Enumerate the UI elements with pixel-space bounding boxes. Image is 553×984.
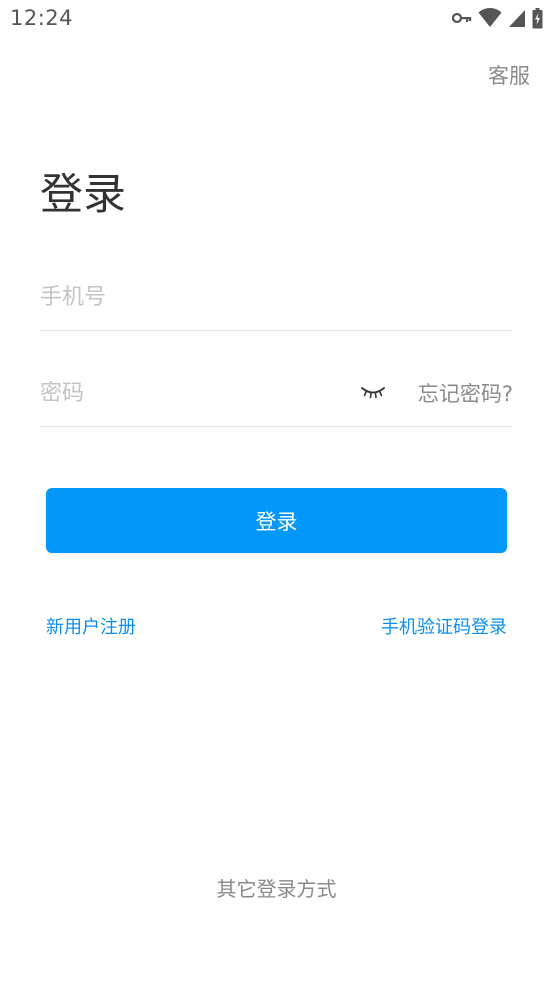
phone-field-container	[40, 272, 513, 331]
password-input[interactable]	[40, 368, 340, 418]
forgot-password-link[interactable]: 忘记密码?	[418, 378, 513, 408]
login-button[interactable]: 登录	[46, 488, 507, 553]
other-login-methods[interactable]: 其它登录方式	[0, 873, 553, 902]
cell-signal-icon	[508, 9, 526, 28]
battery-charging-icon	[532, 7, 543, 29]
vpn-key-icon	[452, 12, 472, 24]
wifi-icon	[478, 8, 502, 28]
password-field-container: 忘记密码?	[40, 368, 513, 427]
status-icons	[452, 7, 543, 29]
login-screen: 12:24 客服 登录 手机号 忘记密码? 登录 新用户注册 手机验证码登录 其…	[0, 0, 553, 984]
sms-login-link[interactable]: 手机验证码登录	[381, 613, 507, 639]
register-link[interactable]: 新用户注册	[46, 613, 136, 639]
eye-closed-icon[interactable]	[360, 380, 386, 402]
status-bar: 12:24	[0, 0, 553, 40]
status-time: 12:24	[10, 6, 74, 30]
phone-input[interactable]	[40, 272, 513, 322]
page-title: 登录	[40, 170, 126, 220]
customer-service-link[interactable]: 客服	[488, 60, 530, 90]
